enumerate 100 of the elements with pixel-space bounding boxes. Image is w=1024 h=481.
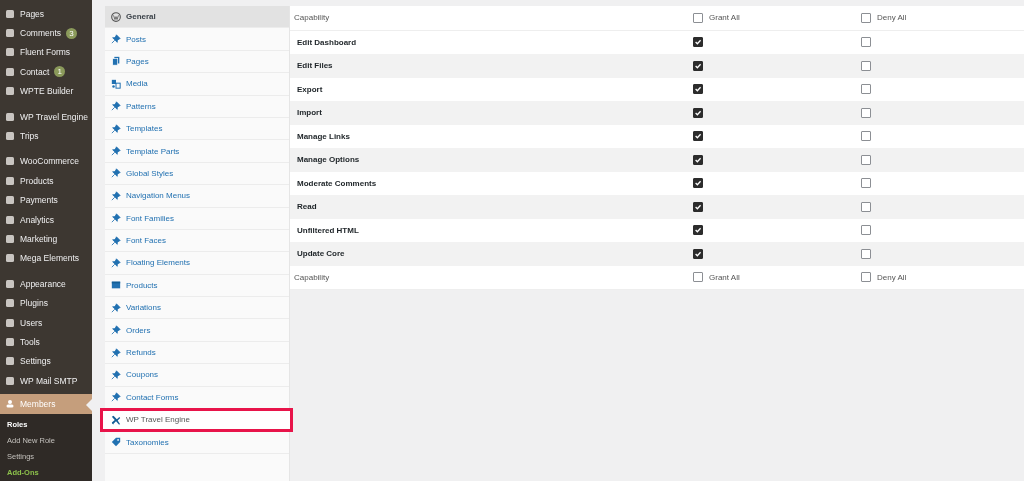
menu-item[interactable]: Users xyxy=(20,317,43,328)
capability-tab[interactable]: Variations xyxy=(105,297,289,320)
capability-name: Update Core xyxy=(296,249,346,259)
square-icon xyxy=(5,47,15,58)
capability-tab[interactable]: Posts xyxy=(105,28,289,51)
grant-checkbox[interactable] xyxy=(693,248,703,259)
pin-icon xyxy=(111,347,121,358)
menu-item[interactable]: Trips xyxy=(20,131,39,142)
capability-tab[interactable]: Global Styles xyxy=(105,162,289,186)
grant-checkbox[interactable] xyxy=(693,131,703,142)
capability-name: Read xyxy=(296,202,318,212)
pin-icon xyxy=(111,325,121,336)
pin-icon xyxy=(111,168,121,179)
square-icon xyxy=(5,66,15,77)
menu-item[interactable]: WooCommerce xyxy=(20,156,79,167)
people-icon xyxy=(5,399,15,410)
menu-item[interactable]: Tools xyxy=(20,336,40,347)
pin-icon xyxy=(111,369,121,380)
capability-tab[interactable]: Templates xyxy=(105,117,289,141)
menu-item[interactable]: Mega Elements xyxy=(20,253,80,264)
capability-tab[interactable]: Patterns xyxy=(105,95,289,118)
capability-tab[interactable]: Font Families xyxy=(105,207,289,230)
capability-tab[interactable]: Products xyxy=(105,274,289,298)
capability-tab[interactable]: Taxonomies xyxy=(105,431,289,454)
menu-item[interactable]: Products xyxy=(20,175,54,186)
grant-checkbox[interactable] xyxy=(693,178,703,189)
menu-item[interactable]: WP Travel Engine xyxy=(20,111,88,122)
deny-checkbox[interactable] xyxy=(861,60,871,71)
deny-checkbox[interactable] xyxy=(861,225,871,236)
deny-all-checkbox[interactable] xyxy=(861,12,871,23)
capability-tab[interactable]: Template Parts xyxy=(105,140,289,163)
menu-item[interactable]: Comments xyxy=(20,28,62,39)
box-icon xyxy=(111,280,121,291)
capability-name: Manage Links xyxy=(296,131,351,141)
menu-item[interactable]: Fluent Forms xyxy=(20,47,71,58)
column-header: Capability xyxy=(293,272,331,282)
deny-checkbox[interactable] xyxy=(861,84,871,95)
square-icon xyxy=(5,8,15,19)
grant-checkbox[interactable] xyxy=(693,107,703,118)
capability-tab[interactable]: Navigation Menus xyxy=(105,185,289,208)
deny-checkbox[interactable] xyxy=(861,201,871,212)
capability-name: Unfiltered HTML xyxy=(296,225,360,235)
square-icon xyxy=(5,253,15,264)
grant-checkbox[interactable] xyxy=(693,84,703,95)
menu-item[interactable]: Pages xyxy=(20,8,45,19)
square-icon xyxy=(5,336,15,347)
menu-item[interactable]: Contact xyxy=(20,66,50,77)
pin-icon xyxy=(111,34,121,45)
grant-checkbox[interactable] xyxy=(693,60,703,71)
square-icon xyxy=(5,278,15,289)
square-icon xyxy=(5,375,15,386)
column-header: Capability xyxy=(293,13,331,23)
deny-checkbox[interactable] xyxy=(861,248,871,259)
pin-icon xyxy=(111,213,121,224)
deny-checkbox[interactable] xyxy=(861,178,871,189)
count-badge: 3 xyxy=(66,27,78,39)
menu-item[interactable]: Appearance xyxy=(20,278,66,289)
grant-checkbox[interactable] xyxy=(693,225,703,236)
deny-checkbox[interactable] xyxy=(861,154,871,165)
deny-checkbox[interactable] xyxy=(861,107,871,118)
current-menu-label: Members xyxy=(20,399,56,410)
square-icon xyxy=(5,298,15,309)
pages-icon xyxy=(111,56,121,67)
capability-tab[interactable]: Pages xyxy=(105,50,289,74)
pin-icon xyxy=(111,235,121,246)
menu-item[interactable]: Plugins xyxy=(20,298,48,309)
capability-tab[interactable]: WP Travel Engine xyxy=(101,409,292,432)
count-badge: 1 xyxy=(54,66,66,78)
pointer-icon xyxy=(86,399,92,412)
menu-item[interactable]: Payments xyxy=(20,195,58,206)
menu-item[interactable]: Marketing xyxy=(20,234,58,244)
capability-tab[interactable]: Floating Elements xyxy=(105,252,289,275)
deny-all-checkbox[interactable] xyxy=(861,272,871,283)
wordpress-icon xyxy=(111,11,121,22)
capability-tab[interactable]: Orders xyxy=(105,319,289,342)
grant-all-checkbox[interactable] xyxy=(693,272,703,283)
grant-all-checkbox[interactable] xyxy=(693,12,703,23)
pin-icon xyxy=(111,392,121,403)
menu-item[interactable]: WPTE Builder xyxy=(20,86,74,97)
menu-item[interactable]: WP Mail SMTP xyxy=(20,375,78,386)
capability-tab[interactable]: Coupons xyxy=(105,364,289,387)
capability-name: Moderate Comments xyxy=(296,178,378,188)
menu-item[interactable]: Settings xyxy=(20,356,51,367)
square-icon xyxy=(5,111,15,122)
capability-tab[interactable]: Refunds xyxy=(105,341,289,365)
tag-icon xyxy=(111,437,121,448)
square-icon xyxy=(5,86,15,97)
deny-checkbox[interactable] xyxy=(861,37,871,48)
grant-checkbox[interactable] xyxy=(693,154,703,165)
square-icon xyxy=(5,356,15,367)
capability-name: Export xyxy=(296,84,324,94)
grant-checkbox[interactable] xyxy=(693,201,703,212)
capability-tab[interactable]: Font Faces xyxy=(105,229,289,253)
menu-item[interactable]: Analytics xyxy=(20,214,54,225)
deny-checkbox[interactable] xyxy=(861,131,871,142)
capability-tab[interactable]: General xyxy=(105,6,289,29)
capability-name: Edit Files xyxy=(296,61,334,71)
grant-checkbox[interactable] xyxy=(693,37,703,48)
grant-all-label: Grant All xyxy=(709,272,740,282)
capability-tab[interactable]: Media xyxy=(105,73,289,96)
